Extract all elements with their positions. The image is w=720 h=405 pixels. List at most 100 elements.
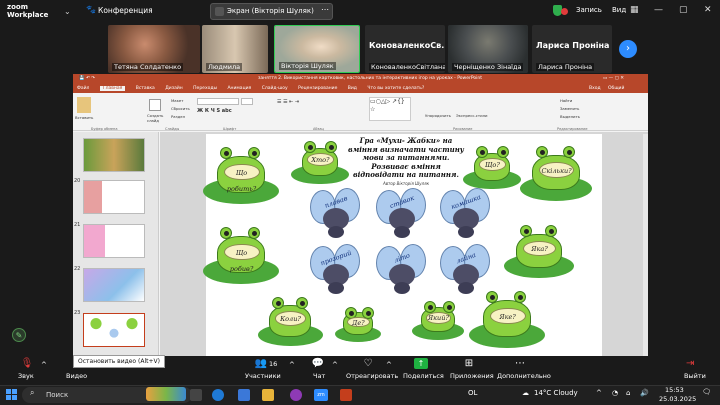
question-bubble[interactable]: Яка? (522, 240, 557, 257)
share-screen-icon[interactable]: ↑ (414, 358, 428, 369)
wifi-icon[interactable]: ◔ (612, 389, 618, 397)
chat-button[interactable]: Чат (313, 372, 325, 380)
minimize-icon[interactable]: — (654, 5, 663, 15)
clock-date[interactable]: 25.03.2025 (659, 395, 696, 403)
font-size-select[interactable] (241, 98, 253, 105)
video-button[interactable]: Видео (66, 372, 87, 380)
reset-button[interactable]: Сбросить (171, 106, 190, 111)
chevron-down-icon[interactable]: ⌄ (64, 7, 71, 16)
paste-icon[interactable] (77, 97, 91, 113)
sign-in-link[interactable]: Вход (589, 84, 601, 93)
participant-tile[interactable]: Тетяна Солдатенко (108, 25, 200, 73)
tab-design[interactable]: Дизайн (165, 86, 182, 91)
annotate-pen-icon[interactable]: ✎ (12, 328, 26, 342)
question-bubble[interactable]: Яке? (489, 307, 526, 325)
tab-review[interactable]: Рецензирование (298, 86, 337, 91)
clock-time[interactable]: 15:53 (665, 386, 684, 394)
windows-start-icon[interactable] (6, 389, 17, 400)
more-button[interactable]: Дополнительно (497, 372, 551, 380)
tab-transitions[interactable]: Переходы (193, 86, 217, 91)
participants-icon[interactable]: 👥 (254, 358, 268, 370)
section-button[interactable]: Раздел (171, 114, 185, 119)
react-icon[interactable]: ♡ (361, 358, 375, 370)
slide-thumbnail[interactable] (83, 138, 145, 172)
apps-button[interactable]: Приложения (450, 372, 494, 380)
question-bubble[interactable]: Що робив? (223, 243, 260, 273)
task-view-icon[interactable] (190, 389, 202, 401)
react-button[interactable]: Отреагировать (346, 372, 398, 380)
tab-insert[interactable]: Вставка (136, 86, 155, 91)
slide-thumbnail[interactable] (83, 180, 145, 214)
leave-button[interactable]: Выйти (684, 372, 706, 380)
chat-chevron[interactable]: ^ (332, 361, 338, 369)
view-button[interactable]: Вид (612, 6, 626, 14)
participants-chevron[interactable]: ^ (289, 361, 295, 369)
audio-button[interactable]: Звук (18, 372, 34, 380)
shapes-gallery[interactable]: ▭○△▷ ↗{}☆ (369, 97, 411, 121)
chat-icon[interactable]: 💬 (311, 358, 325, 370)
arrange-button[interactable]: Упорядочить (425, 113, 451, 118)
keyboard-language[interactable]: OL (468, 389, 477, 397)
maximize-icon[interactable]: ▢ (679, 5, 688, 15)
participants-button[interactable]: Участники (245, 372, 281, 380)
new-slide-button[interactable]: Создать слайд (147, 113, 165, 123)
zoom-taskbar-icon[interactable]: zm (314, 389, 328, 401)
tab-home[interactable]: Главная (99, 86, 126, 91)
question-bubble[interactable]: Що робить? (223, 163, 260, 193)
question-bubble[interactable]: Скільки? (539, 162, 574, 179)
tab-view[interactable]: Вид (348, 86, 357, 91)
meeting-info-icon[interactable]: 🐾 (86, 5, 96, 14)
volume-icon[interactable]: 🔊 (640, 389, 649, 397)
select-button[interactable]: Выделить (560, 114, 580, 119)
format-buttons[interactable]: Ж К Ч S abc (197, 108, 232, 114)
audio-options-chevron[interactable]: ^ (41, 361, 47, 369)
react-chevron[interactable]: ^ (386, 361, 392, 369)
record-label[interactable]: Запись (576, 6, 602, 14)
more-icon[interactable]: ⋯ (321, 5, 329, 14)
tab-animation[interactable]: Анимация (227, 86, 251, 91)
edge-icon[interactable] (212, 389, 224, 401)
tray-chevron-icon[interactable]: ^ (596, 389, 602, 397)
participant-tile[interactable]: Лариса Проніна Лариса Проніна (532, 25, 612, 73)
save-icon[interactable]: 💾 ↶ ↷ (79, 74, 95, 84)
meeting-title[interactable]: Конференция (98, 6, 153, 15)
weather-icon[interactable]: ☁ (522, 389, 529, 397)
mic-muted-icon[interactable]: 🎙 (20, 358, 34, 370)
participant-tile[interactable]: КоноваленкоСв... КоноваленкоСвітлана (365, 25, 445, 73)
network-icon[interactable]: ⌂ (626, 389, 630, 397)
powerpoint-taskbar-icon[interactable] (340, 389, 352, 401)
question-bubble[interactable]: Коли? (275, 311, 306, 326)
file-explorer-icon[interactable] (262, 389, 274, 401)
viber-icon[interactable] (290, 389, 302, 401)
replace-button[interactable]: Заменить (560, 106, 579, 111)
participant-tile[interactable]: Людмила (202, 25, 268, 73)
close-icon[interactable]: ✕ (704, 5, 712, 15)
question-bubble[interactable]: Де? (347, 317, 370, 328)
participant-tile-active[interactable]: Вікторія Шуляк (274, 25, 360, 73)
store-icon[interactable] (238, 389, 250, 401)
new-slide-icon[interactable] (149, 99, 161, 111)
share-button[interactable]: Поделиться (403, 372, 444, 380)
tab-file[interactable]: Файл (77, 86, 89, 91)
search-highlight-icon[interactable] (146, 387, 186, 401)
weather-label[interactable]: 14°C Cloudy (534, 389, 578, 397)
ppt-window-controls[interactable]: ▭ — ▢ ✕ (603, 74, 624, 84)
tell-me-input[interactable]: Что вы хотите сделать? (367, 86, 424, 91)
leave-icon[interactable]: ⇥ (686, 358, 694, 369)
apps-icon[interactable]: ⊞ (462, 358, 476, 370)
slide-thumbnail-selected[interactable] (83, 313, 145, 347)
view-grid-icon[interactable]: ▦ (630, 5, 639, 15)
question-bubble[interactable]: Який? (426, 312, 451, 324)
paragraph-buttons[interactable]: ☰ ☰ ⇤ ⇥ (277, 99, 299, 105)
next-page-button[interactable]: › (619, 40, 637, 58)
participant-tile[interactable]: Черніщенко Зінаїда (448, 25, 528, 73)
slide-thumbnail[interactable] (83, 224, 145, 258)
find-button[interactable]: Найти (560, 98, 572, 103)
layout-button[interactable]: Макет (171, 98, 183, 103)
font-family-select[interactable] (197, 98, 239, 105)
more-options-icon[interactable]: ⋯ (513, 358, 527, 370)
slide-thumbnail[interactable] (83, 268, 145, 302)
vertical-scrollbar[interactable] (643, 134, 648, 356)
notifications-icon[interactable]: 🗨 (702, 388, 711, 396)
tab-slideshow[interactable]: Слайд-шоу (262, 86, 288, 91)
